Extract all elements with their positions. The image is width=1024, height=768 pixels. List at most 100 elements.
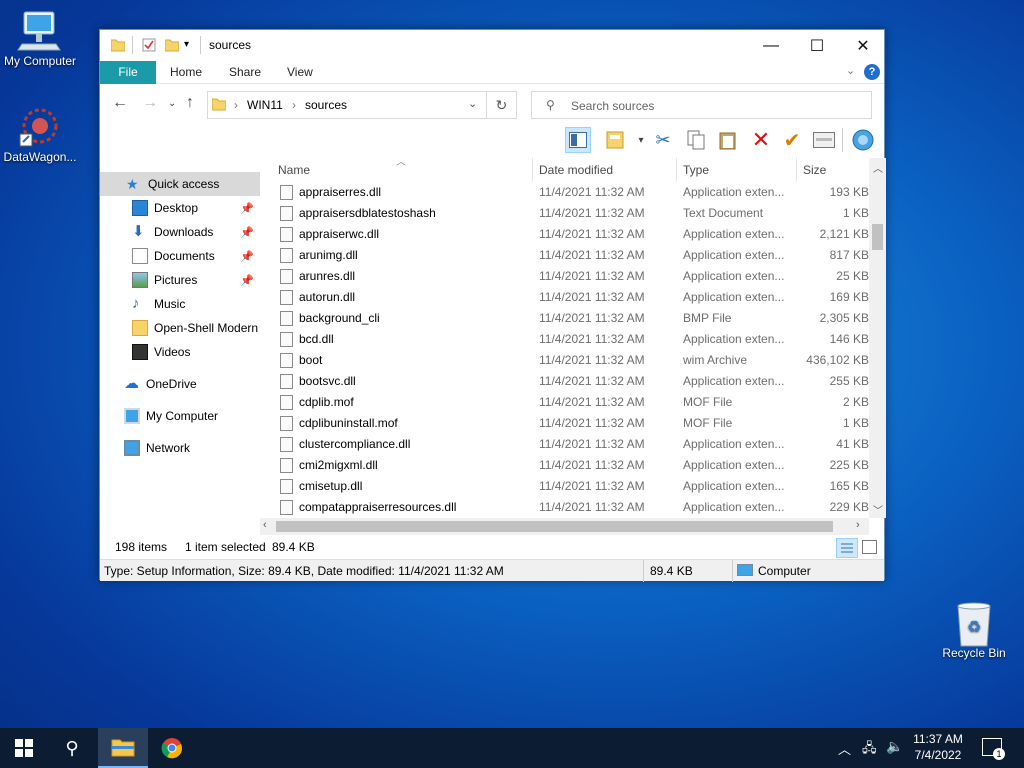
breadcrumb-sources[interactable]: sources [305, 98, 347, 112]
scroll-down-icon[interactable]: ﹀ [873, 502, 883, 517]
preview-pane-icon[interactable] [565, 127, 591, 153]
close-button[interactable]: ✕ [840, 30, 886, 61]
search-input[interactable]: ⚲ Search sources [531, 91, 872, 119]
nav-pictures[interactable]: Pictures 📌 [100, 268, 260, 292]
ribbon-tabs: File Home Share View ⌄ ? [100, 61, 884, 84]
desktop-icon-datawagon[interactable]: DataWagon... [0, 104, 80, 164]
file-row[interactable]: compatappraiserresources.dll 11/4/2021 11… [268, 497, 872, 518]
file-row[interactable]: autorun.dll 11/4/2021 11:32 AM Application… [268, 287, 872, 308]
star-icon: ★ [126, 176, 139, 192]
nav-quick-access[interactable]: ★ Quick access [100, 172, 260, 196]
column-size[interactable]: Size [803, 163, 826, 177]
recent-locations-icon[interactable]: ⌄ [168, 98, 176, 109]
file-explorer-taskbar-button[interactable] [98, 728, 148, 768]
file-type: BMP File [683, 311, 732, 325]
videos-icon [132, 344, 148, 360]
nav-music[interactable]: ♪ Music [100, 292, 260, 316]
minimize-button[interactable]: — [748, 30, 794, 61]
nav-label: My Computer [146, 409, 219, 423]
vertical-scroll-thumb[interactable] [872, 224, 883, 250]
file-row[interactable]: boot 11/4/2021 11:32 AM wim Archive 436,102… [268, 350, 872, 371]
nav-documents[interactable]: Documents 📌 [100, 244, 260, 268]
datawagon-icon [16, 104, 64, 148]
large-icons-view-icon[interactable] [862, 540, 877, 554]
file-row[interactable]: cdplibuninstall.mof 11/4/2021 11:32 AM MOF… [268, 413, 872, 434]
file-row[interactable]: appraiserwc.dll 11/4/2021 11:32 AM Applica… [268, 224, 872, 245]
back-icon[interactable]: ← [112, 94, 128, 112]
help-icon[interactable]: ? [864, 64, 880, 80]
expand-ribbon-icon[interactable]: ⌄ [846, 64, 855, 77]
nav-my-computer[interactable]: My Computer [100, 404, 260, 428]
scroll-up-icon[interactable]: ︿ [873, 160, 883, 175]
pin-icon[interactable]: 📌 [240, 250, 254, 263]
action-center-icon[interactable]: 1 [982, 738, 1005, 760]
desktop-icon-label: DataWagon... [3, 150, 77, 164]
delete-icon[interactable]: ✕ [748, 127, 774, 153]
horizontal-scroll-thumb[interactable] [276, 521, 833, 532]
scroll-left-icon[interactable]: ‹ [263, 519, 267, 531]
tab-share[interactable]: Share [215, 61, 275, 84]
file-row[interactable]: appraisersdblatestoshash 11/4/2021 11:32 … [268, 203, 872, 224]
up-icon[interactable]: ↑ [186, 94, 194, 112]
file-date: 11/4/2021 11:32 AM [539, 311, 645, 325]
file-row[interactable]: background_cli 11/4/2021 11:32 AM BMP File… [268, 308, 872, 329]
address-input[interactable]: › WIN11 › sources ⌄ [207, 91, 487, 119]
show-hidden-icons-icon[interactable]: ︿ [838, 739, 851, 758]
file-row[interactable]: cdplib.mof 11/4/2021 11:32 AM MOF File 2 KB [268, 392, 872, 413]
desktop-icon-recycle-bin[interactable]: ♻ Recycle Bin [934, 600, 1014, 660]
address-history-icon[interactable]: ⌄ [468, 97, 477, 110]
maximize-button[interactable]: ☐ [794, 30, 840, 61]
properties-toolbar-icon[interactable] [811, 127, 837, 153]
column-date-modified[interactable]: Date modified [539, 163, 613, 177]
vertical-scrollbar[interactable]: ︿ ﹀ [869, 158, 886, 518]
file-row[interactable]: clustercompliance.dll 11/4/2021 11:32 AM A… [268, 434, 872, 455]
file-name: autorun.dll [299, 290, 356, 304]
nav-downloads[interactable]: ⬇ Downloads 📌 [100, 220, 260, 244]
file-type: MOF File [683, 395, 733, 409]
nav-desktop[interactable]: Desktop 📌 [100, 196, 260, 220]
network-status-icon[interactable]: 🖧 [862, 739, 877, 761]
column-name[interactable]: Name [278, 163, 310, 177]
copy-icon[interactable] [683, 127, 709, 153]
file-row[interactable]: arunimg.dll 11/4/2021 11:32 AM Application… [268, 245, 872, 266]
scroll-right-icon[interactable]: › [856, 519, 860, 531]
file-row[interactable]: bootsvc.dll 11/4/2021 11:32 AM Application… [268, 371, 872, 392]
cut-icon[interactable]: ✂ [650, 127, 676, 153]
file-row[interactable]: arunres.dll 11/4/2021 11:32 AM Application… [268, 266, 872, 287]
horizontal-scrollbar[interactable]: ‹ › [260, 518, 869, 535]
open-shell-icon[interactable] [850, 127, 876, 153]
tab-home[interactable]: Home [156, 61, 216, 84]
chrome-taskbar-button[interactable] [148, 728, 196, 768]
clock[interactable]: 11:37 AM 7/4/2022 [912, 732, 964, 762]
rename-icon[interactable]: ✔ [779, 127, 805, 153]
file-icon [280, 395, 293, 410]
pin-icon[interactable]: 📌 [240, 274, 254, 287]
nav-onedrive[interactable]: ☁ OneDrive [100, 372, 260, 396]
tab-view[interactable]: View [273, 61, 327, 84]
pin-icon[interactable]: 📌 [240, 202, 254, 215]
refresh-button[interactable]: ↻ [487, 91, 517, 119]
properties-icon[interactable] [142, 38, 156, 52]
customize-quick-access-icon[interactable]: ▾ [184, 38, 198, 52]
volume-icon[interactable]: 🔈 [886, 738, 903, 755]
paste-icon[interactable] [715, 127, 741, 153]
start-button[interactable] [0, 728, 48, 768]
forward-icon[interactable]: → [142, 94, 158, 112]
desktop-icon-my-computer[interactable]: My Computer [0, 8, 80, 68]
nav-videos[interactable]: Videos [100, 340, 260, 364]
breadcrumb-win11[interactable]: WIN11 [247, 98, 283, 112]
views-icon[interactable] [603, 127, 629, 153]
file-row[interactable]: appraiserres.dll 11/4/2021 11:32 AM Applic… [268, 182, 872, 203]
nav-open-shell-modern[interactable]: Open-Shell Modern [100, 316, 260, 340]
file-row[interactable]: bcd.dll 11/4/2021 11:32 AM Application ext… [268, 329, 872, 350]
tab-file[interactable]: File [100, 61, 156, 84]
nav-network[interactable]: Network [100, 436, 260, 460]
file-row[interactable]: cmi2migxml.dll 11/4/2021 11:32 AM Applicat… [268, 455, 872, 476]
file-row[interactable]: cmisetup.dll 11/4/2021 11:32 AM Applicatio… [268, 476, 872, 497]
details-view-icon[interactable] [836, 538, 858, 558]
pin-icon[interactable]: 📌 [240, 226, 254, 239]
new-folder-icon[interactable] [164, 38, 180, 52]
column-type[interactable]: Type [683, 163, 709, 177]
search-icon[interactable]: ⚲ [48, 728, 96, 768]
title-bar[interactable]: ▾ sources — ☐ ✕ [100, 30, 884, 61]
